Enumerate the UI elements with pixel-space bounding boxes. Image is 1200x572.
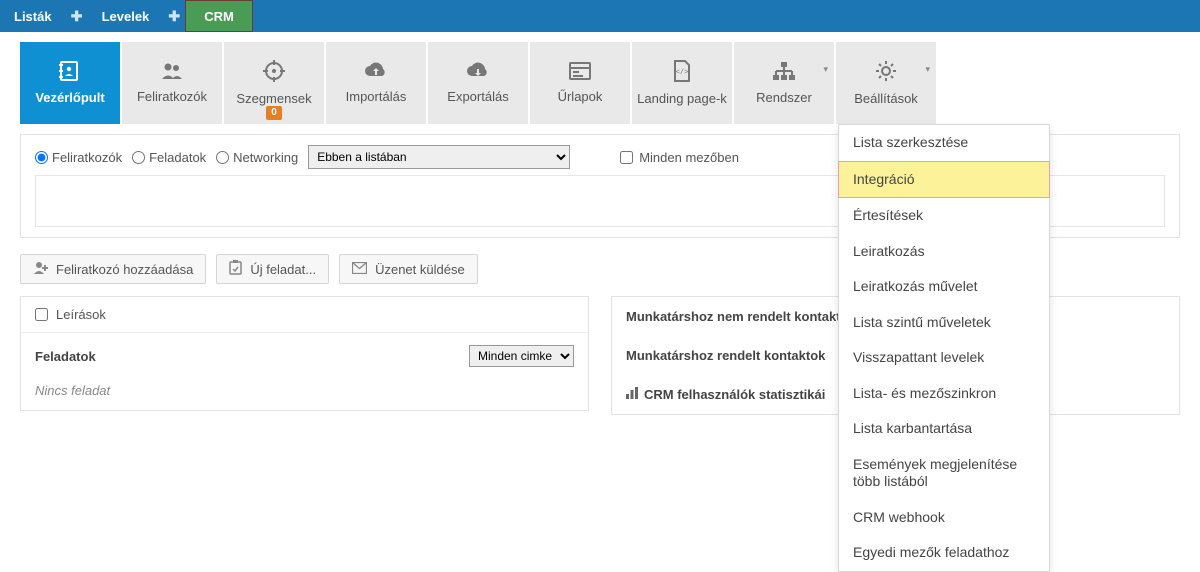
page-icon: </>	[673, 60, 691, 86]
allfields-checkbox[interactable]	[620, 151, 633, 164]
radio-networking-label: Networking	[233, 150, 298, 165]
dropdown-item-6[interactable]: Visszapattant levelek	[839, 340, 1049, 376]
tab-export[interactable]: Exportálás	[428, 42, 528, 124]
tab-import-label: Importálás	[346, 90, 407, 104]
tab-settings-label: Beállítások	[854, 92, 918, 106]
address-book-icon	[59, 61, 81, 85]
form-icon	[569, 62, 591, 84]
radio-subscribers[interactable]	[35, 151, 48, 164]
radio-subscribers-label: Feliratkozók	[52, 150, 122, 165]
descriptions-checkbox[interactable]	[35, 308, 48, 321]
add-subscriber-label: Feliratkozó hozzáadása	[56, 262, 193, 277]
allfields-label: Minden mezőben	[639, 150, 739, 165]
tab-import[interactable]: Importálás	[326, 42, 426, 124]
tab-system-label: Rendszer	[756, 91, 812, 105]
tab-dashboard[interactable]: Vezérlőpult	[20, 42, 120, 124]
dropdown-item-0[interactable]: Lista szerkesztése	[839, 125, 1049, 161]
dropdown-item-9[interactable]: Események megjelenítése több listából	[839, 447, 1049, 500]
radio-tasks[interactable]	[132, 151, 145, 164]
radio-networking[interactable]	[216, 151, 229, 164]
tasks-card: Leírások Feladatok Minden cimke Nincs fe…	[20, 296, 589, 411]
dropdown-item-10[interactable]: CRM webhook	[839, 500, 1049, 536]
tab-segments-badge: 0	[266, 106, 282, 120]
settings-dropdown: Lista szerkesztéseIntegrációÉrtesítésekL…	[838, 124, 1050, 572]
dropdown-item-11[interactable]: Egyedi mezők feladathoz	[839, 535, 1049, 571]
tab-segments-label: Szegmensek	[236, 92, 311, 106]
tasks-header: Feladatok	[35, 349, 96, 364]
tab-segments[interactable]: Szegmensek 0	[224, 42, 324, 124]
new-task-label: Új feladat...	[250, 262, 316, 277]
bar-chart-icon	[626, 387, 638, 402]
tab-landing-label: Landing page-k	[637, 92, 727, 106]
send-message-label: Üzenet küldése	[375, 262, 465, 277]
clipboard-check-icon	[229, 260, 242, 278]
envelope-icon	[352, 261, 367, 277]
sitemap-icon	[772, 61, 796, 85]
radio-tasks-label: Feladatok	[149, 150, 206, 165]
dropdown-item-1[interactable]: Integráció	[838, 161, 1050, 199]
nav-row: Vezérlőpult Feliratkozók Szegmensek 0 Im…	[0, 32, 1200, 124]
tab-settings[interactable]: Beállítások ▾	[836, 42, 936, 124]
no-tasks-text: Nincs feladat	[35, 383, 110, 398]
topbar-mails[interactable]: Levelek	[88, 0, 164, 32]
people-icon	[160, 62, 184, 84]
target-icon	[263, 60, 285, 86]
person-plus-icon	[33, 261, 48, 278]
descriptions-label: Leírások	[56, 307, 106, 322]
topbar-lists-add[interactable]: ✚	[66, 0, 88, 32]
cloud-upload-icon	[364, 62, 388, 84]
tag-select[interactable]: Minden cimke	[469, 345, 574, 367]
new-task-button[interactable]: Új feladat...	[216, 254, 329, 284]
tab-dashboard-label: Vezérlőpult	[35, 91, 104, 105]
svg-text:</>: </>	[676, 69, 689, 77]
dropdown-item-7[interactable]: Lista- és mezőszinkron	[839, 376, 1049, 412]
topbar-mails-add[interactable]: ✚	[163, 0, 185, 32]
chevron-down-icon: ▾	[925, 64, 930, 75]
dropdown-item-2[interactable]: Értesítések	[839, 198, 1049, 234]
send-message-button[interactable]: Üzenet küldése	[339, 254, 478, 284]
dropdown-item-8[interactable]: Lista karbantartása	[839, 411, 1049, 447]
topbar-crm[interactable]: CRM	[185, 0, 253, 32]
tab-subscribers-label: Feliratkozók	[137, 90, 207, 104]
add-subscriber-button[interactable]: Feliratkozó hozzáadása	[20, 254, 206, 284]
topbar: Listák ✚ Levelek ✚ CRM	[0, 0, 1200, 32]
tab-system[interactable]: Rendszer ▾	[734, 42, 834, 124]
main-area: Feliratkozók Feladatok Networking Ebben …	[0, 124, 1200, 415]
dropdown-item-3[interactable]: Leiratkozás	[839, 234, 1049, 270]
dropdown-item-5[interactable]: Lista szintű műveletek	[839, 305, 1049, 341]
cloud-download-icon	[466, 62, 490, 84]
dropdown-item-4[interactable]: Leiratkozás művelet	[839, 269, 1049, 305]
tab-subscribers[interactable]: Feliratkozók	[122, 42, 222, 124]
scope-select[interactable]: Ebben a listában	[308, 145, 570, 169]
tab-export-label: Exportálás	[447, 90, 508, 104]
tab-forms-label: Űrlapok	[558, 90, 603, 104]
chevron-down-icon: ▾	[823, 64, 828, 75]
topbar-lists[interactable]: Listák	[0, 0, 66, 32]
tab-forms[interactable]: Űrlapok	[530, 42, 630, 124]
tab-landing[interactable]: </> Landing page-k	[632, 42, 732, 124]
gear-icon	[875, 60, 897, 86]
